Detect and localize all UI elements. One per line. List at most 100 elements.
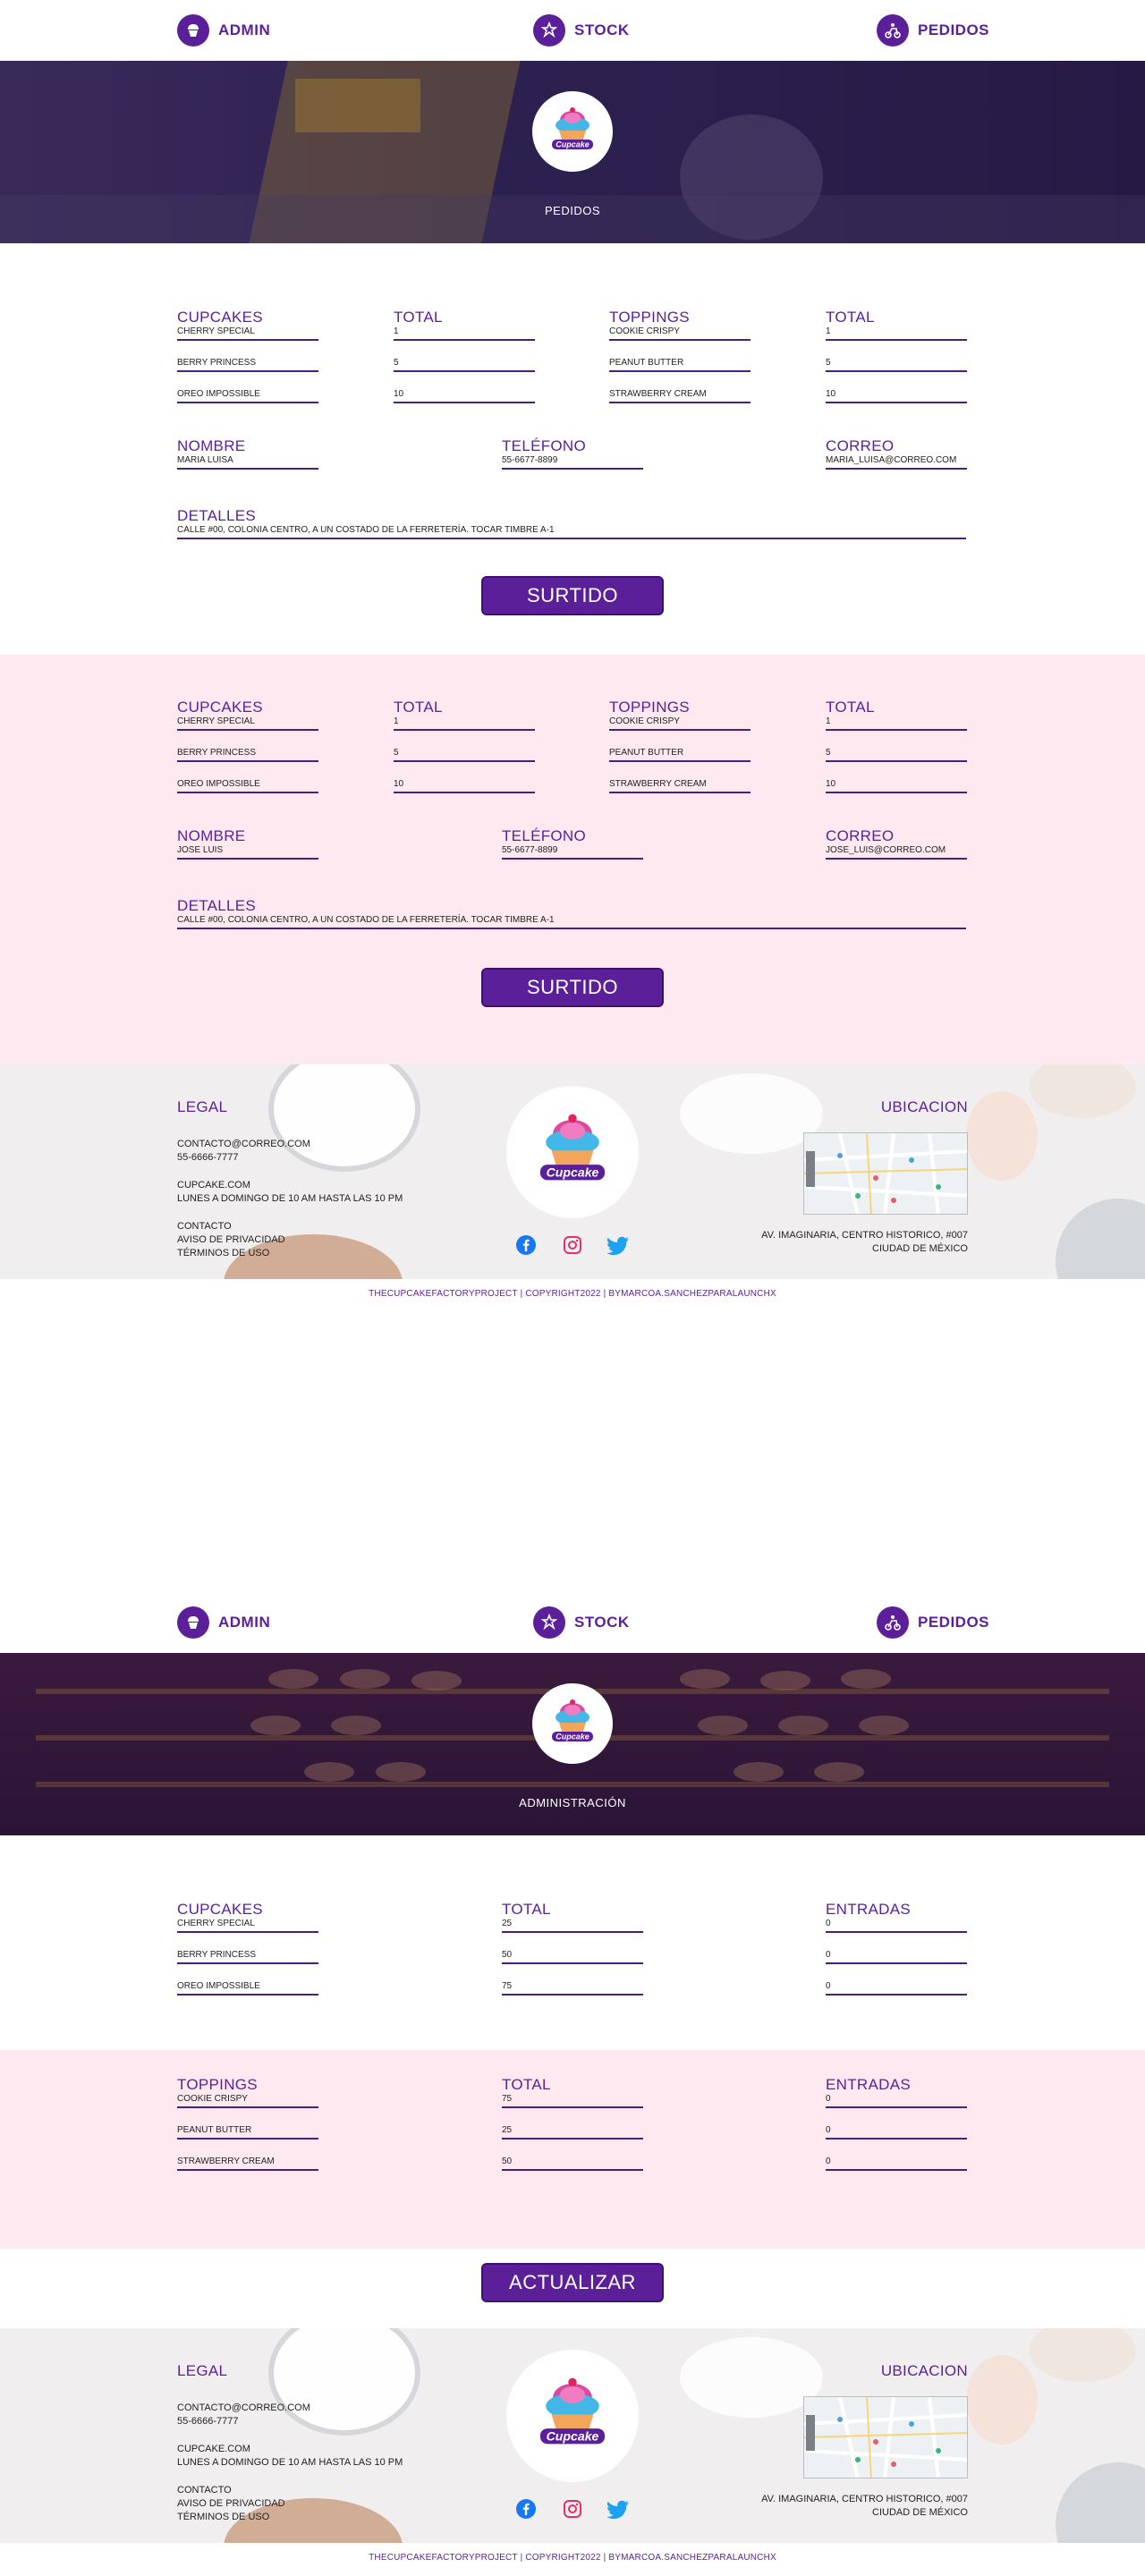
topping-total: 1 (826, 326, 967, 341)
nombre-value: MARIA LUISA (177, 454, 318, 470)
cupcake-item: OREO IMPOSSIBLE (177, 778, 318, 793)
delivery-icon (877, 1606, 909, 1639)
topping-item: COOKIE CRISPY (609, 716, 751, 731)
footer-terminos-link[interactable]: TÉRMINOS DE USO (177, 1247, 403, 1260)
cupcake-total: 75 (502, 1980, 643, 1996)
footer-ubicacion: UBICACION (881, 1098, 968, 1116)
twitter-icon[interactable] (606, 2496, 632, 2521)
detalles-value: CALLE #00, COLONIA CENTRO, A UN COSTADO … (177, 524, 966, 539)
topping-item: STRAWBERRY CREAM (177, 2156, 318, 2171)
footer: LEGAL CONTACTO@CORREO.COM 55-6666-7777 C… (0, 1064, 1145, 1279)
footer-terminos-link[interactable]: TÉRMINOS DE USO (177, 2511, 403, 2524)
legal-title: LEGAL (177, 1098, 228, 1115)
detalles-field: DETALLES CALLE #00, COLONIA CENTRO, A UN… (177, 508, 966, 539)
nav-pedidos[interactable]: PEDIDOS (877, 14, 989, 47)
location-map[interactable] (803, 2396, 968, 2479)
cupcake-item: CHERRY SPECIAL (177, 1918, 318, 1933)
cupcake-total: 10 (394, 778, 535, 793)
cupcake-total: 25 (502, 1918, 643, 1933)
svg-text:Cupcake: Cupcake (556, 140, 589, 149)
hero-banner: Cupcake ADMINISTRACIÓN (0, 1653, 1145, 1835)
surtido-button[interactable]: SURTIDO (481, 968, 664, 1007)
nombre-field: NOMBRE JOSE LUIS (177, 828, 318, 860)
topping-item: STRAWBERRY CREAM (609, 388, 751, 403)
nav-pedidos[interactable]: PEDIDOS (877, 1606, 989, 1639)
telefono-value: 55-6677-8899 (502, 844, 643, 860)
topping-entradas-column: ENTRADAS 0 0 0 (826, 2077, 967, 2171)
nav-stock[interactable]: STOCK (533, 14, 630, 47)
cupcake-total: 5 (394, 357, 535, 372)
cupcake-total: 5 (394, 747, 535, 762)
telefono-field: TELÉFONO 55-6677-8899 (502, 438, 643, 470)
telefono-field: TELÉFONO 55-6677-8899 (502, 828, 643, 860)
cupcake-total-column: TOTAL 25 50 75 (502, 1902, 643, 1996)
top-nav: ADMIN STOCK PEDIDOS (0, 0, 1145, 61)
footer-ubicacion: UBICACION (881, 2362, 968, 2380)
hero-logo: Cupcake (532, 91, 613, 172)
footer-email[interactable]: CONTACTO@CORREO.COM (177, 2402, 403, 2415)
correo-field: CORREO JOSE_LUIS@CORREO.COM (826, 828, 967, 860)
nav-admin[interactable]: ADMIN (177, 14, 270, 47)
entradas-input[interactable]: 0 (826, 1949, 967, 1964)
entradas-input[interactable]: 0 (826, 1918, 967, 1933)
cupcakes-column: CUPCAKES CHERRY SPECIAL BERRY PRINCESS O… (177, 309, 318, 403)
footer-legal: LEGAL CONTACTO@CORREO.COM 55-6666-7777 C… (177, 2362, 403, 2524)
footer-address: AV. IMAGINARIA, CENTRO HISTORICO, #007 C… (761, 2494, 968, 2518)
footer-privacidad-link[interactable]: AVISO DE PRIVACIDAD (177, 1233, 403, 1247)
ubicacion-title: UBICACION (880, 2362, 968, 2379)
instagram-icon[interactable] (560, 2496, 585, 2521)
nav-admin[interactable]: ADMIN (177, 1606, 270, 1639)
footer-email[interactable]: CONTACTO@CORREO.COM (177, 1138, 403, 1151)
topping-total: 50 (502, 2156, 643, 2171)
footer-site[interactable]: CUPCAKE.COM (177, 2443, 403, 2456)
nav-admin-label: ADMIN (218, 1614, 271, 1631)
stock-icon (533, 1606, 565, 1639)
surtido-button[interactable]: SURTIDO (481, 576, 664, 615)
cupcakes-column: CUPCAKES CHERRY SPECIAL BERRY PRINCESS O… (177, 1902, 318, 1996)
footer-phone: 55-6666-7777 (177, 1152, 239, 1163)
entradas-input[interactable]: 0 (826, 2093, 967, 2108)
cupcake-item: OREO IMPOSSIBLE (177, 388, 318, 403)
footer-hours: LUNES A DOMINGO DE 10 AM HASTA LAS 10 PM (177, 1193, 403, 1204)
instagram-icon[interactable] (560, 1233, 585, 1258)
footer-site[interactable]: CUPCAKE.COM (177, 1179, 403, 1192)
cupcake-item: BERRY PRINCESS (177, 747, 318, 762)
facebook-icon[interactable] (513, 2496, 539, 2521)
social-links (513, 2496, 632, 2521)
cupcake-item: BERRY PRINCESS (177, 1949, 318, 1964)
footer-legal: LEGAL CONTACTO@CORREO.COM 55-6666-7777 C… (177, 1098, 403, 1260)
toppings-column: TOPPINGS COOKIE CRISPY PEANUT BUTTER STR… (609, 309, 751, 403)
correo-value: JOSE_LUIS@CORREO.COM (826, 844, 967, 860)
order-card: CUPCAKES CHERRY SPECIAL BERRY PRINCESS O… (0, 243, 1145, 655)
nav-stock[interactable]: STOCK (533, 1606, 630, 1639)
cupcake-total: 1 (394, 716, 535, 731)
cupcake-entradas-column: ENTRADAS 0 0 0 (826, 1902, 967, 1996)
detalles-field: DETALLES CALLE #00, COLONIA CENTRO, A UN… (177, 898, 966, 929)
footer-contacto-link[interactable]: CONTACTO (177, 1220, 403, 1233)
detalles-value: CALLE #00, COLONIA CENTRO, A UN COSTADO … (177, 914, 966, 929)
entradas-input[interactable]: 0 (826, 1980, 967, 1996)
cupcake-total: 10 (394, 388, 535, 403)
footer-logo: Cupcake (506, 2350, 639, 2482)
location-map[interactable] (803, 1132, 968, 1215)
legal-title: LEGAL (177, 2362, 228, 2379)
cupcake-icon (177, 14, 209, 47)
topping-total: 25 (502, 2124, 643, 2140)
toppings-stock-section: TOPPINGS COOKIE CRISPY PEANUT BUTTER STR… (0, 2050, 1145, 2249)
topping-total-column: TOTAL 1 5 10 (826, 309, 967, 403)
twitter-icon[interactable] (606, 1233, 632, 1258)
footer-contacto-link[interactable]: CONTACTO (177, 2484, 403, 2497)
actualizar-button[interactable]: ACTUALIZAR (481, 2263, 664, 2302)
entradas-input[interactable]: 0 (826, 2124, 967, 2140)
copyright-text: THECUPCAKEFACTORYPROJECT | COPYRIGHT2022… (369, 2553, 776, 2563)
topping-total: 5 (826, 357, 967, 372)
order-card: CUPCAKES CHERRY SPECIAL BERRY PRINCESS O… (0, 655, 1145, 1064)
entradas-input[interactable]: 0 (826, 2156, 967, 2171)
topping-total: 5 (826, 747, 967, 762)
nav-pedidos-label: PEDIDOS (918, 1614, 990, 1631)
cupcake-item: OREO IMPOSSIBLE (177, 1980, 318, 1996)
facebook-icon[interactable] (513, 1233, 539, 1258)
nav-stock-label: STOCK (574, 1614, 630, 1631)
stock-icon (533, 14, 565, 47)
footer-privacidad-link[interactable]: AVISO DE PRIVACIDAD (177, 2497, 403, 2511)
